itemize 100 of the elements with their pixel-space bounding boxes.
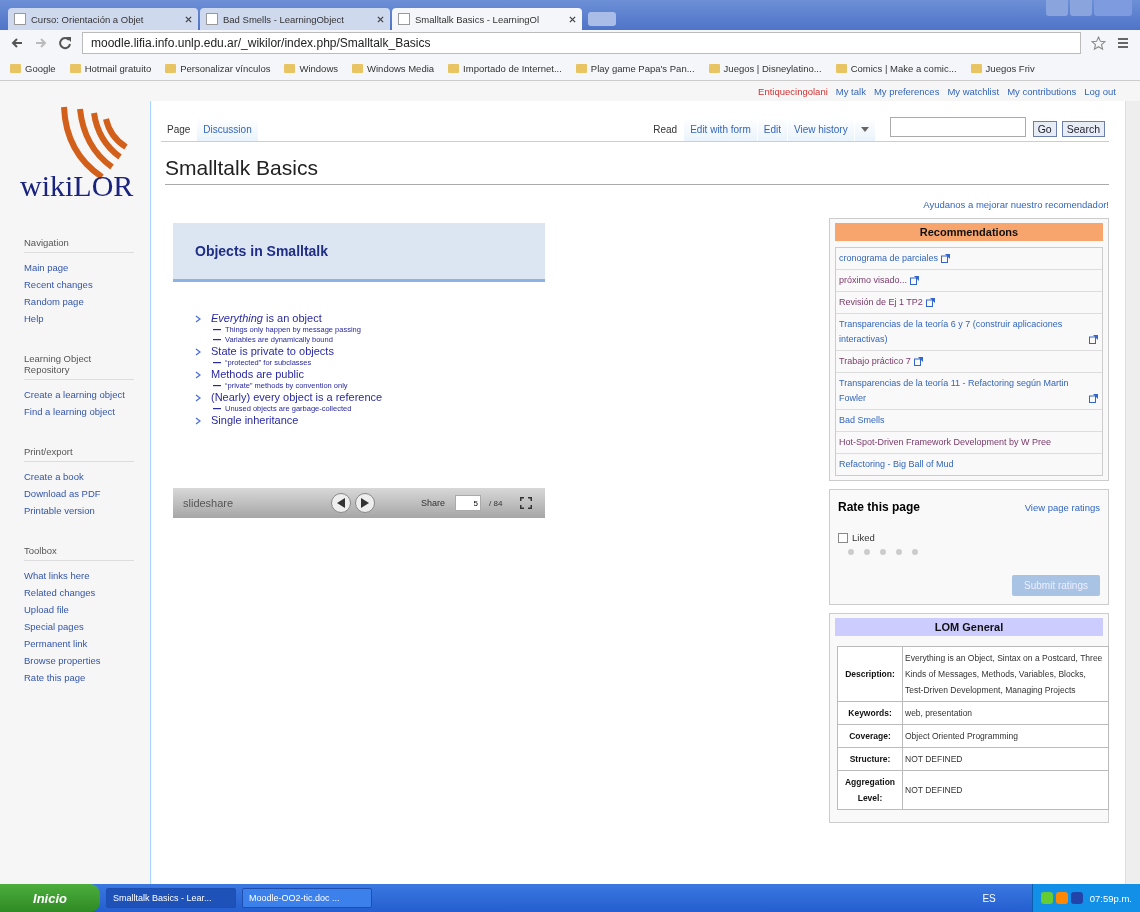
bookmark[interactable]: Windows Media [352,62,435,74]
star-rating[interactable] [848,549,918,555]
table-cell: web, presentation [902,701,1109,725]
sidebar-link[interactable]: Help [24,310,150,327]
table-cell: NOT DEFINED [902,747,1109,771]
sidebar-link[interactable]: Rate this page [24,669,150,686]
sidebar-link[interactable]: Browse properties [24,652,150,669]
checkbox[interactable] [838,532,848,543]
language-indicator[interactable]: ES [982,892,996,904]
page-total: / 84 [489,498,503,508]
close-icon[interactable] [569,15,576,23]
sidebar-link[interactable]: Create a book [24,468,150,485]
reload-icon[interactable] [58,36,72,50]
personal-link[interactable]: My talk [835,85,866,97]
sidebar-heading: Print/export [24,446,134,462]
recommendation-link[interactable]: Transparencias de la teoría 11 - Refactoring según Martin Fowler [839,376,1086,406]
personal-link[interactable]: Log out [1084,85,1116,97]
user-link[interactable]: Entiquecingolani [758,85,828,97]
personal-link[interactable]: My preferences [873,85,940,97]
page-tab[interactable]: Discussion [197,117,258,141]
back-icon[interactable] [10,36,24,50]
search-button[interactable]: Search [1061,121,1105,137]
recommendation-link[interactable]: Transparencias de la teoría 6 y 7 (construir aplicaciones interactivas) [839,317,1086,347]
sidebar-link[interactable]: Upload file [24,601,150,618]
bookmark[interactable]: Juegos Friv [970,62,1035,74]
dash-icon [213,362,221,364]
sidebar-link[interactable]: Download as PDF [24,485,150,502]
browser-tab[interactable]: Smalltalk Basics - LearningOl [392,8,582,30]
sidebar-link[interactable]: Main page [24,259,150,276]
page-icon [398,13,410,25]
personal-link[interactable]: My contributions [1007,85,1077,97]
slide-bullet: State is private to objects [211,345,334,358]
address-bar[interactable]: moodle.lifia.info.unlp.edu.ar/_wikilor/index.php/Smalltalk_Basics [82,32,1081,54]
recommendation-link[interactable]: Hot-Spot-Driven Framework Development by W Pree [839,435,1052,450]
page-number-field[interactable]: 5 [455,495,482,511]
logo-text[interactable]: wikiLOR [20,169,134,203]
recommendation-link[interactable]: Refactoring - Big Ball of Mud [839,457,954,472]
table-header-cell: Keywords: [837,701,903,725]
bookmark[interactable]: Comics | Make a comic... [835,62,957,74]
bookmark[interactable]: Hotmail gratuito [69,62,152,74]
browser-tab[interactable]: Curso: Orientación a Objet [8,8,198,30]
sidebar-heading: Toolbox [24,545,134,561]
go-button[interactable]: Go [1032,121,1057,137]
sidebar-link[interactable]: Create a learning object [24,386,150,403]
menu-icon[interactable] [1116,36,1130,50]
table-header-cell: Coverage: [837,724,903,748]
tray-icon[interactable] [1070,892,1083,904]
browser-tab[interactable]: Bad Smells - LearningObject [200,8,390,30]
bullet-icon [195,417,201,425]
slide-bullet: Methods are public [211,368,305,381]
bookmark[interactable]: Juegos | Disneylatino... [708,62,822,74]
recommendation-link[interactable]: Bad Smells [839,413,885,428]
sidebar-heading: Navigation [24,237,134,253]
close-icon[interactable] [377,15,384,23]
sidebar-link[interactable]: Recent changes [24,276,150,293]
panel-header: Recommendations [835,223,1103,241]
search-field[interactable] [889,117,1026,137]
table-cell: Everything is an Object, Sintax on a Postcard, Three Kinds of Messages, Methods, Variables, Blocks, Test-Driven Development, Managing Projects [902,646,1109,702]
rating-title: Rate this page [838,500,921,514]
next-button[interactable] [355,493,375,513]
taskbar-item[interactable]: Smalltalk Basics - Lear... [106,888,236,908]
sidebar-link[interactable]: Permanent link [24,635,150,652]
slide-title: Objects in Smalltalk [195,243,329,259]
previous-button[interactable] [331,493,351,513]
start-button[interactable]: Inicio [0,884,100,912]
sidebar-link[interactable]: Printable version [24,502,150,519]
sidebar-link[interactable]: What links here [24,567,150,584]
bookmark[interactable]: Importado de Internet... [448,62,562,74]
bullet-icon [195,348,201,356]
more-menu-button[interactable] [854,117,875,141]
sidebar-link[interactable]: Random page [24,293,150,310]
view-ratings-link[interactable]: View page ratings [1024,501,1100,513]
bullet-icon [195,394,201,402]
recommendation-link[interactable]: cronograma de parciales [839,251,939,266]
recommendation-link[interactable]: Revisión de Ej 1 TP2 [839,295,923,310]
slide-bullet: (Nearly) every object is a reference [211,391,383,404]
table-header-cell: Structure: [837,747,903,771]
checkbox-label: Liked [852,532,875,543]
view-tab[interactable]: Edit with form [684,117,757,141]
bookmark[interactable]: Play game Papa's Pan... [575,62,695,74]
close-icon[interactable] [185,15,192,23]
share-button[interactable]: Share [419,498,448,508]
star-icon[interactable] [1091,35,1106,51]
recommendation-link[interactable]: próximo visado... [839,273,908,288]
sidebar-link[interactable]: Special pages [24,618,150,635]
slide-bullet: Everything is an object [211,312,323,325]
personal-link[interactable]: My watchlist [947,85,1000,97]
sidebar-link[interactable]: Related changes [24,584,150,601]
fullscreen-icon[interactable] [520,497,533,509]
slideshare-logo[interactable]: slideshare [183,497,323,509]
sidebar-link[interactable]: Find a learning object [24,403,150,420]
help-link[interactable]: Ayudanos a mejorar nuestro recomendador! [829,199,1109,210]
bookmark[interactable]: Windows [284,62,338,74]
bookmark[interactable]: Google [10,62,56,74]
recommendation-link[interactable]: Trabajo práctico 7 [839,354,911,369]
table-header-cell: Aggregation Level: [837,770,903,810]
view-tab[interactable]: Edit [757,117,787,141]
bookmark[interactable]: Personalizar vínculos [165,62,271,74]
taskbar-item[interactable]: Moodle-OO2-tic.doc ... [242,888,372,908]
view-tab[interactable]: View history [787,117,854,141]
